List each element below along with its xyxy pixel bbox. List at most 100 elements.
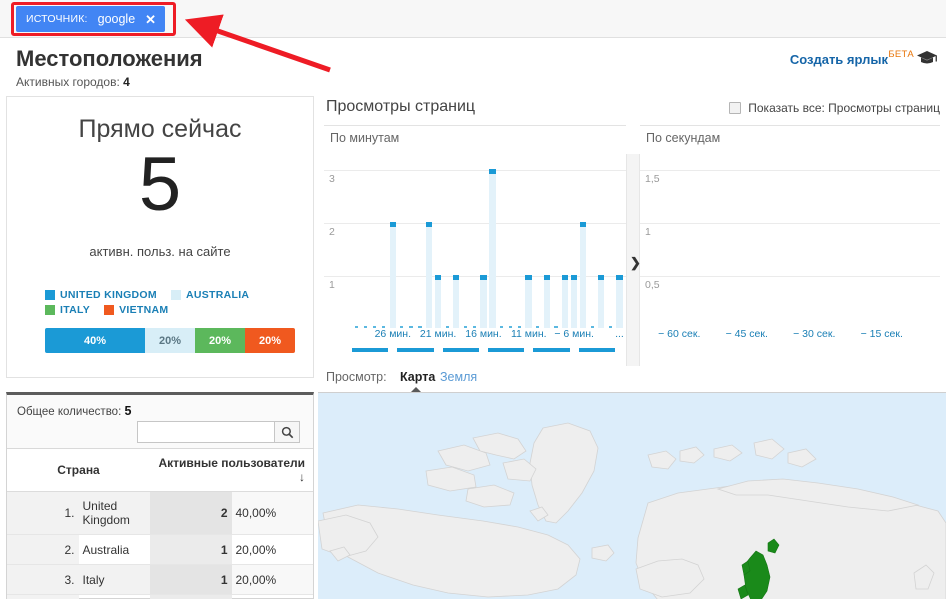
y-axis-tick: 3 [329,173,335,186]
bar-slot[interactable] [479,144,488,328]
close-icon[interactable]: ✕ [145,13,156,26]
table-header-row: Страна Активные пользователи ↓ [7,449,313,492]
bar-slot[interactable] [515,144,524,328]
legend-item-australia: AUSTRALIA [170,289,249,301]
bar-cap [525,275,532,281]
column-header-active-users[interactable]: Активные пользователи ↓ [150,449,313,492]
title-row: Местоположения Активных городов: 4 Созда… [0,38,946,90]
bar-fill [570,275,578,328]
bar-slot[interactable] [388,144,397,328]
create-shortcut-link[interactable]: Создать ярлык [790,52,888,67]
row-country[interactable]: United Kingdom [78,491,150,535]
checkbox-icon[interactable] [729,102,742,114]
bar-slot[interactable] [758,144,781,328]
bar-slot[interactable] [470,144,479,328]
x-axis-label: − 45 сек. [725,328,768,340]
bar-slot[interactable] [551,144,560,328]
bar-slot[interactable] [713,144,736,328]
bar-slot[interactable] [736,144,759,328]
legend-label-united-kingdom: UNITED KINGDOM [60,289,157,301]
bar-slot[interactable] [871,144,894,328]
row-index: 4. [7,594,79,599]
bar-slot[interactable] [848,144,871,328]
bar-slot[interactable] [597,144,606,328]
strip-segment [560,348,570,352]
bar-slot[interactable] [668,144,691,328]
row-country[interactable]: Vietnam [78,594,150,599]
row-country[interactable]: Australia [78,534,150,565]
bar-fill [597,275,605,328]
bar-slot[interactable] [606,144,615,328]
column-header-country[interactable]: Страна [7,449,150,492]
bar-slot[interactable] [916,144,939,328]
share-segment-2: 20% [195,328,245,353]
search-input[interactable] [137,421,274,443]
world-map[interactable] [318,392,946,599]
table-row[interactable]: 3. Italy 1 20,00% [7,564,313,595]
graduation-cap-icon[interactable] [916,50,938,71]
table-search [137,421,300,443]
total-count-label: Общее количество: [17,406,122,418]
strip-segment [569,348,579,352]
table-row[interactable]: 4.Vietnam120,00% [7,594,313,599]
bar-cap [570,275,578,281]
bar-fill [389,222,397,328]
bar-fill [434,275,442,328]
bar-slot[interactable] [560,144,569,328]
table-row[interactable]: 2. Australia 1 20,00% [7,534,313,565]
strip-segment [442,348,452,352]
table-row[interactable]: 1. United Kingdom 2 40,00% [7,491,313,535]
tab-map[interactable]: Карта [400,370,435,384]
tab-earth[interactable]: Земля [440,370,477,384]
strip-segment [578,348,588,352]
bar-slot[interactable] [533,144,542,328]
bar-cap [579,222,587,228]
strip-segment [497,348,507,352]
bar-slot[interactable] [588,144,597,328]
bar-slot[interactable] [691,144,714,328]
row-country[interactable]: Italy [78,564,150,595]
bar-slot[interactable] [452,144,461,328]
bar-slot[interactable] [443,144,452,328]
bar-slot[interactable] [893,144,916,328]
strip-segment [379,348,389,352]
bar-fill [452,275,460,328]
bar-slot[interactable] [781,144,804,328]
bar-slot[interactable] [826,144,849,328]
bar-slot[interactable] [352,144,361,328]
search-button[interactable] [274,421,300,443]
bar-slot[interactable] [361,144,370,328]
bar-slot[interactable] [542,144,551,328]
row-percent: 40,00% [231,491,313,535]
bar-slot[interactable] [615,144,624,328]
bar-slot[interactable] [397,144,406,328]
bar-slot[interactable] [579,144,588,328]
chart-per-minute: По минутам 1 2 3 26 мин. 21 мин. 16 мин. 11 ми… [324,125,626,360]
bar-slot[interactable] [570,144,579,328]
bar-slot[interactable] [803,144,826,328]
bar-slot[interactable] [370,144,379,328]
x-axis: 26 мин. 21 мин. 16 мин. 11 мин. − 6 мин.... [352,328,624,342]
bar-slot[interactable] [434,144,443,328]
country-table-body: 1. United Kingdom 2 40,00% 2. Australia 1 20,00… [7,491,313,599]
bar-slot[interactable] [415,144,424,328]
bar-slot[interactable] [461,144,470,328]
strip-segment [478,348,488,352]
bar-slot[interactable] [497,144,506,328]
show-all-pageviews-toggle[interactable]: Показать все: Просмотры страниц [729,101,940,115]
bar-cap [425,222,433,228]
legend-swatch-italy [45,305,55,315]
bar-slot[interactable] [379,144,388,328]
view-switch-label: Просмотр: [326,370,387,384]
bar-slot[interactable] [506,144,515,328]
bar-slot[interactable] [406,144,415,328]
realtime-locations-page: ИСТОЧНИК: google ✕ Местоположения Активн… [0,0,946,599]
active-cities-value: 4 [123,75,130,89]
chart-next-button[interactable]: ❯ [626,154,641,389]
bar-slot[interactable] [488,144,497,328]
strip-segment [424,348,434,352]
filter-chip-source-google[interactable]: ИСТОЧНИК: google ✕ [16,6,166,32]
legend-row-2: ITALY VIETNAM [45,304,285,316]
bar-slot[interactable] [524,144,533,328]
bar-slot[interactable] [425,144,434,328]
